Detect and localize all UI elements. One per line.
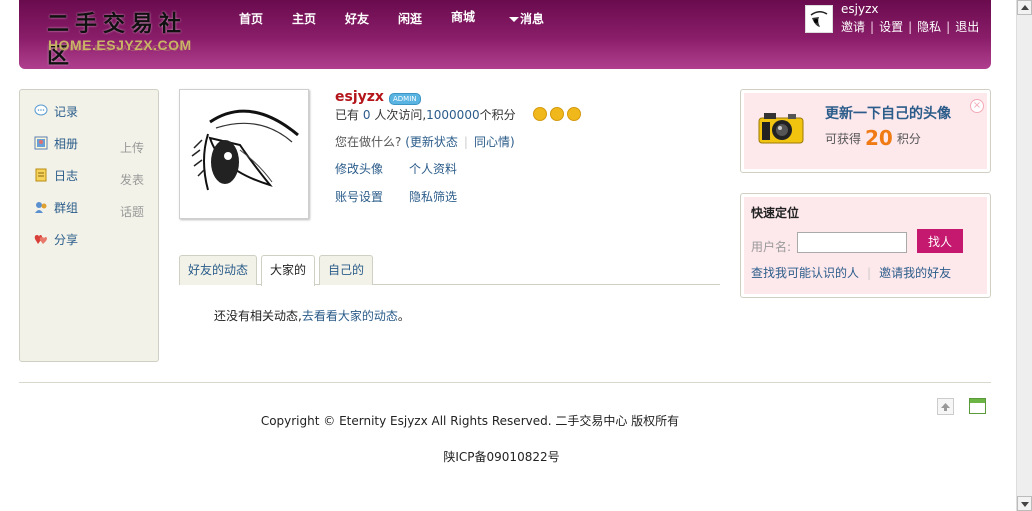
visits-prefix: 已有 — [335, 108, 360, 122]
admin-badge: ADMIN — [389, 93, 421, 105]
find-known-people-link[interactable]: 查找我可能认识的人 — [751, 266, 859, 280]
user-links: 邀请 | 设置 | 隐私 | 退出 — [841, 20, 980, 34]
avatar-prompt-title[interactable]: 更新一下自己的头像 — [825, 103, 951, 123]
star-icon — [533, 107, 547, 121]
username-search-input[interactable] — [797, 232, 907, 253]
visit-stats: 已有 0 人次访问,1000000个积分 — [335, 106, 516, 123]
sidebar-item-label: 记录 — [54, 105, 79, 119]
group-icon — [35, 202, 47, 213]
sidebar-item-label: 群组 — [54, 201, 79, 215]
close-icon[interactable]: × — [970, 99, 984, 113]
blog-post-link[interactable]: 发表 — [120, 171, 144, 188]
speech-bubble-icon — [34, 104, 48, 116]
user-avatar-thumbnail[interactable] — [805, 5, 833, 33]
copyright-text: Copyright © Eternity Esjyzx All Rights R… — [260, 414, 680, 428]
privacy-link[interactable]: 隐私 — [917, 20, 941, 34]
tab-everyone-feed[interactable]: 大家的 — [261, 255, 316, 286]
username-label: 用户名: — [751, 240, 792, 254]
avatar-update-prompt: 更新一下自己的头像 可获得 20 积分 × — [740, 89, 991, 173]
tab-friends-feed[interactable]: 好友的动态 — [179, 255, 258, 285]
sidebar-item-label: 日志 — [54, 169, 79, 183]
sidebar-item-label: 分享 — [54, 233, 79, 247]
nav-mall[interactable]: 商城 — [451, 8, 475, 25]
site-logo[interactable]: 二手交易社区 HOME.ESJYZX.COM HOME.ESJYZX.COM — [47, 6, 197, 69]
window-icon[interactable] — [969, 398, 986, 414]
points-count[interactable]: 1000000 — [426, 108, 479, 122]
photo-icon — [34, 136, 48, 150]
sidebar-item-label: 相册 — [54, 137, 79, 151]
privacy-filter-link[interactable]: 隐私筛选 — [409, 188, 457, 205]
view-everyone-feed-link[interactable]: 去看看大家的动态 — [302, 309, 398, 323]
group-topic-link[interactable]: 话题 — [120, 203, 144, 220]
scroll-up-button[interactable] — [1017, 0, 1032, 15]
left-sidebar: 记录 相册 上传 日志 发表 群组 话题 分享 — [19, 89, 159, 362]
reward-points: 20 — [865, 126, 893, 150]
profile-username[interactable]: esjyzx — [335, 89, 384, 105]
nav-browse[interactable]: 闲逛 — [398, 10, 422, 27]
logo-reflection: HOME.ESJYZX.COM — [48, 43, 185, 53]
profile-avatar[interactable] — [179, 89, 309, 219]
same-mood-link[interactable]: 同心情) — [474, 135, 515, 149]
tab-my-feed[interactable]: 自己的 — [319, 255, 374, 285]
invite-friends-link[interactable]: 邀请我的好友 — [879, 266, 951, 280]
visit-count[interactable]: 0 — [363, 108, 371, 122]
reward-prefix: 可获得 — [825, 132, 862, 146]
level-stars — [533, 107, 584, 122]
album-upload-link[interactable]: 上传 — [120, 139, 144, 156]
avatar-prompt-reward: 可获得 20 积分 — [825, 126, 921, 150]
visits-label: 人次访问, — [374, 108, 427, 122]
quick-locate-panel: 快速定位 用户名: 找人 查找我可能认识的人 | 邀请我的好友 — [740, 193, 991, 298]
status-prompt: 您在做什么? — [335, 135, 402, 149]
logout-link[interactable]: 退出 — [955, 20, 979, 34]
camera-icon — [758, 113, 804, 144]
empty-feed-text: 还没有相关动态, — [214, 309, 302, 323]
update-status-link[interactable]: (更新状态 — [405, 135, 458, 149]
notebook-icon — [35, 168, 47, 182]
edit-avatar-link[interactable]: 修改头像 — [335, 160, 383, 177]
scroll-down-button[interactable] — [1017, 496, 1032, 511]
vertical-scrollbar[interactable] — [1016, 0, 1032, 511]
find-user-button[interactable]: 找人 — [917, 229, 963, 253]
header-username[interactable]: esjyzx — [841, 2, 878, 16]
account-settings-link[interactable]: 账号设置 — [335, 188, 383, 205]
hearts-icon — [34, 235, 47, 244]
profile-info-link[interactable]: 个人资料 — [409, 160, 457, 177]
eye-sketch-image — [191, 109, 299, 191]
quick-locate-links: 查找我可能认识的人 | 邀请我的好友 — [751, 266, 952, 280]
nav-main[interactable]: 主页 — [292, 10, 316, 27]
chevron-down-icon[interactable] — [509, 17, 519, 22]
status-line: 您在做什么? (更新状态 | 同心情) — [335, 135, 515, 149]
star-icon — [550, 107, 564, 121]
icp-license-text[interactable]: 陕ICP备09010822号 — [0, 448, 1003, 465]
empty-feed-end: 。 — [397, 309, 410, 323]
reward-suffix: 积分 — [896, 132, 921, 146]
settings-link[interactable]: 设置 — [879, 20, 903, 34]
nav-messages[interactable]: 消息 — [520, 10, 544, 27]
invite-link[interactable]: 邀请 — [841, 20, 865, 34]
quick-locate-title: 快速定位 — [751, 206, 800, 220]
nav-home[interactable]: 首页 — [239, 10, 263, 27]
site-header: 二手交易社区 HOME.ESJYZX.COM HOME.ESJYZX.COM 首… — [19, 0, 991, 69]
nav-friends[interactable]: 好友 — [345, 10, 369, 27]
points-label: 个积分 — [479, 108, 516, 122]
empty-feed-message: 还没有相关动态,去看看大家的动态。 — [214, 307, 410, 324]
star-icon — [567, 107, 581, 121]
footer-divider — [19, 382, 991, 383]
